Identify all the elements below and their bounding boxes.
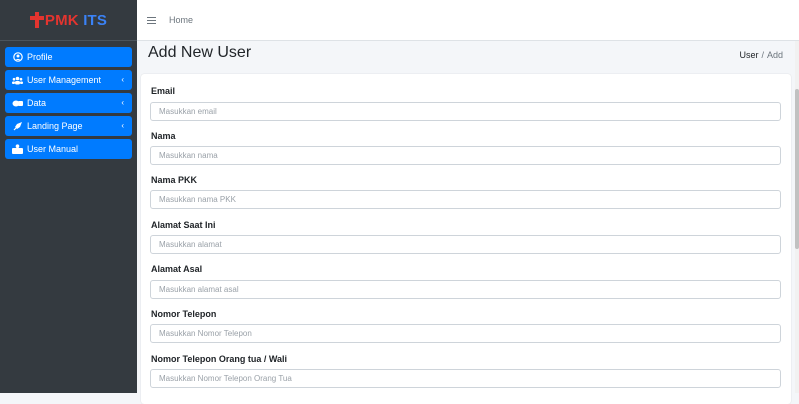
- chevron-left-icon: ‹: [121, 121, 124, 130]
- sidebar-item-data[interactable]: Data ‹: [5, 93, 132, 113]
- menu-icon[interactable]: [147, 16, 156, 24]
- cross-icon: [29, 12, 44, 28]
- brand-part1: PMK: [44, 11, 79, 29]
- brand-text: PMK ITS: [45, 12, 107, 29]
- database-icon: [12, 98, 23, 109]
- nomor-telepon-field[interactable]: [150, 324, 781, 343]
- email-field[interactable]: [150, 102, 781, 121]
- nama-pkk-field[interactable]: [150, 190, 781, 209]
- page-title: Add New User: [148, 44, 252, 61]
- rocket-icon: [12, 121, 23, 132]
- book-user-icon: [12, 144, 23, 155]
- breadcrumb-separator: /: [761, 50, 764, 60]
- nomor-telepon-label: Nomor Telepon: [151, 309, 217, 319]
- sidebar-item-label: Profile: [27, 52, 53, 62]
- nama-field[interactable]: [150, 146, 781, 165]
- nomor-telepon-wali-field[interactable]: [150, 369, 781, 388]
- chevron-left-icon: ‹: [121, 98, 124, 107]
- alamat-saat-ini-label: Alamat Saat Ini: [151, 220, 216, 230]
- top-navbar: Home: [137, 0, 799, 41]
- sidebar-item-label: Landing Page: [27, 121, 83, 131]
- sidebar-item-user-manual[interactable]: User Manual: [5, 139, 132, 159]
- user-circle-icon: [12, 52, 23, 63]
- sidebar-item-landing-page[interactable]: Landing Page ‹: [5, 116, 132, 136]
- sidebar-item-label: User Manual: [27, 144, 79, 154]
- home-link[interactable]: Home: [169, 15, 193, 25]
- sidebar-item-label: Data: [27, 98, 47, 108]
- users-icon: [12, 75, 23, 86]
- add-user-form: Email Nama Nama PKK Alamat Saat Ini Alam…: [141, 74, 791, 404]
- nama-label: Nama: [151, 131, 176, 141]
- brand-part2: ITS: [83, 11, 108, 29]
- nama-pkk-label: Nama PKK: [151, 175, 198, 185]
- brand-logo[interactable]: PMK ITS: [0, 0, 137, 41]
- alamat-saat-ini-field[interactable]: [150, 235, 781, 254]
- sidebar-item-profile[interactable]: Profile: [5, 47, 132, 67]
- chevron-left-icon: ‹: [121, 75, 124, 84]
- email-label: Email: [151, 86, 176, 96]
- page-scrollbar[interactable]: [795, 41, 799, 393]
- sidebar: PMK ITS Profile User Management ‹ Data ‹: [0, 0, 137, 393]
- sidebar-item-label: User Management: [27, 75, 102, 85]
- nomor-telepon-wali-label: Nomor Telepon Orang tua / Wali: [151, 354, 288, 364]
- breadcrumb-current: Add: [766, 50, 783, 60]
- alamat-asal-label: Alamat Asal: [151, 264, 203, 274]
- sidebar-item-user-management[interactable]: User Management ‹: [5, 70, 132, 90]
- breadcrumb-user[interactable]: User: [739, 50, 758, 60]
- sidebar-nav: Profile User Management ‹ Data ‹ Landing…: [0, 41, 137, 159]
- alamat-asal-field[interactable]: [150, 280, 781, 299]
- scrollbar-thumb[interactable]: [795, 89, 799, 249]
- breadcrumb: User / Add: [739, 50, 783, 60]
